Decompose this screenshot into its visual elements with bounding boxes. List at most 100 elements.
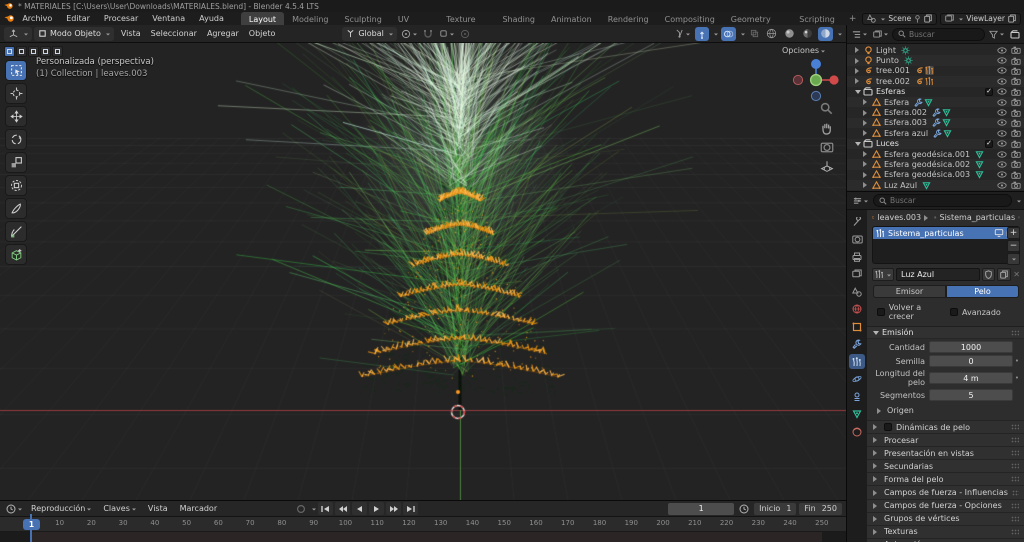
unlink-icon[interactable]: ✕ xyxy=(1013,270,1020,279)
gizmos-toggle[interactable] xyxy=(695,26,709,41)
eye-icon[interactable] xyxy=(997,67,1007,74)
eye-icon[interactable] xyxy=(997,182,1007,189)
emission-panel-header[interactable]: Emisión xyxy=(867,326,1024,339)
menu-item[interactable]: Ayuda xyxy=(192,14,231,23)
timeline-menu-vista[interactable]: Vista xyxy=(143,504,173,513)
panel-campos-influencias[interactable]: Campos de fuerza - Influencias xyxy=(867,485,1024,499)
settings-name-field[interactable]: Luz Azul xyxy=(896,268,981,281)
outliner-row[interactable]: Esfera geodésica.001 xyxy=(847,149,1024,159)
longitud-input[interactable]: 4 m xyxy=(929,372,1013,384)
workspace-tab[interactable]: Geometry Nodes xyxy=(723,12,792,37)
hair-button[interactable]: Pelo xyxy=(946,285,1019,298)
workspace-tab[interactable]: Scripting xyxy=(791,12,843,26)
selectability-filter-dropdown[interactable] xyxy=(673,27,692,41)
shading-material-button[interactable] xyxy=(800,27,815,41)
tab-object[interactable] xyxy=(849,319,865,334)
semilla-input[interactable]: 0 xyxy=(929,355,1013,367)
gizmo-z-neg-axis[interactable] xyxy=(810,90,822,102)
camera-icon[interactable] xyxy=(1011,129,1021,137)
mode-dropdown[interactable]: Modo Objeto xyxy=(34,26,114,41)
tool-move[interactable] xyxy=(5,106,27,127)
perspective-toggle-icon[interactable] xyxy=(820,160,834,173)
snap-options-dropdown[interactable] xyxy=(437,27,456,41)
add-particle-system-button[interactable]: + xyxy=(1007,227,1020,239)
frame-start-field[interactable]: Inicio 1 xyxy=(754,502,797,515)
xray-toggle[interactable] xyxy=(748,27,761,41)
outliner-row[interactable]: Punto xyxy=(847,55,1024,66)
editor-type-button[interactable] xyxy=(4,26,32,41)
particle-system-selected-row[interactable]: Sistema_particulas xyxy=(873,227,1019,239)
play-reverse-button[interactable] xyxy=(352,502,368,515)
panel-procesar[interactable]: Procesar xyxy=(867,433,1024,447)
camera-icon[interactable] xyxy=(1011,88,1021,96)
viewport-menu-item[interactable]: Agregar xyxy=(202,29,244,38)
frame-end-field[interactable]: Fin 250 xyxy=(799,502,842,515)
tab-world[interactable] xyxy=(849,302,865,317)
timeline-menu-claves[interactable]: Claves xyxy=(98,504,141,513)
outliner-row[interactable]: Esfera azul xyxy=(847,128,1024,138)
viewport-menu-item[interactable]: Objeto xyxy=(244,29,281,38)
outliner-row[interactable]: Esfera geodésica.003 xyxy=(847,170,1024,180)
outliner-filter-id-dropdown[interactable] xyxy=(871,27,890,41)
new-viewlayer-icon[interactable] xyxy=(1008,14,1016,23)
copy-datablock-button[interactable] xyxy=(997,268,1012,281)
outliner-filter-dropdown[interactable] xyxy=(987,27,1006,41)
tab-physics[interactable] xyxy=(849,372,865,387)
properties-options-dropdown[interactable] xyxy=(1017,200,1021,204)
viewport-menu-item[interactable]: Seleccionar xyxy=(146,29,202,38)
panel-dinamicas[interactable]: Dinámicas de pelo xyxy=(867,420,1024,434)
tab-tool[interactable] xyxy=(849,214,865,229)
camera-icon[interactable] xyxy=(1011,181,1021,189)
particle-systems-list[interactable]: Sistema_particulas + − xyxy=(872,226,1020,265)
tool-measure[interactable] xyxy=(5,221,27,242)
shading-wireframe-button[interactable] xyxy=(764,27,779,41)
camera-icon[interactable] xyxy=(1011,77,1021,85)
eye-icon[interactable] xyxy=(997,130,1007,137)
proportional-editing-toggle[interactable] xyxy=(458,27,472,41)
play-button[interactable] xyxy=(369,502,385,515)
pin-icon[interactable] xyxy=(914,15,921,23)
workspace-tab[interactable]: Modeling xyxy=(284,12,336,26)
panel-animacion[interactable]: Animación xyxy=(867,537,1024,542)
advanced-checkbox[interactable] xyxy=(950,308,958,316)
cantidad-input[interactable]: 1000 xyxy=(929,341,1013,353)
camera-icon[interactable] xyxy=(1011,109,1021,117)
eye-icon[interactable] xyxy=(997,47,1007,54)
tool-cursor[interactable] xyxy=(5,83,27,104)
outliner-search[interactable]: Buscar xyxy=(892,27,985,41)
select-mode-set[interactable] xyxy=(4,46,15,57)
eye-icon[interactable] xyxy=(997,119,1007,126)
workspace-tab[interactable]: UV Editing xyxy=(390,12,438,37)
collection-checkbox[interactable] xyxy=(985,139,993,148)
viewport-3d[interactable] xyxy=(0,43,846,500)
breadcrumb-data[interactable]: Sistema_particulas xyxy=(940,213,1016,222)
workspace-tab[interactable]: Texture Paint xyxy=(438,12,494,37)
current-frame-field[interactable]: 1 xyxy=(668,502,735,515)
workspace-tab[interactable]: Shading xyxy=(494,12,543,26)
prev-keyframe-button[interactable] xyxy=(335,502,351,515)
new-collection-button[interactable] xyxy=(1008,27,1022,41)
tool-add-cube[interactable] xyxy=(5,244,27,265)
eye-icon[interactable] xyxy=(997,151,1007,158)
outliner-row[interactable]: Esfera.002 xyxy=(847,107,1024,117)
workspace-tab[interactable]: Layout xyxy=(240,11,285,26)
scene-selector[interactable]: Scene xyxy=(862,12,938,25)
viewport-menu-item[interactable]: Vista xyxy=(116,29,146,38)
outliner-row[interactable]: Esfera.003 xyxy=(847,117,1024,129)
gizmo-x-axis[interactable] xyxy=(829,75,839,85)
add-workspace-button[interactable]: + xyxy=(843,14,863,24)
zoom-icon[interactable] xyxy=(820,102,833,115)
outliner-row[interactable]: Luz Azul xyxy=(847,180,1024,191)
camera-icon[interactable] xyxy=(1011,171,1021,179)
menu-item[interactable]: Ventana xyxy=(145,14,192,23)
outliner-collection-row[interactable]: Esferas xyxy=(847,87,1024,97)
outliner-row[interactable]: Esfera geodésica.002 xyxy=(847,159,1024,170)
jump-to-start-button[interactable] xyxy=(318,502,334,515)
tab-modifiers[interactable] xyxy=(849,337,865,352)
tab-scene[interactable] xyxy=(849,284,865,299)
camera-icon[interactable] xyxy=(1011,140,1021,148)
menu-item[interactable]: Archivo xyxy=(15,14,59,23)
emitter-button[interactable]: Emisor xyxy=(873,285,946,298)
outliner-row[interactable]: Light xyxy=(847,45,1024,55)
outliner-collection-row[interactable]: Luces xyxy=(847,138,1024,149)
